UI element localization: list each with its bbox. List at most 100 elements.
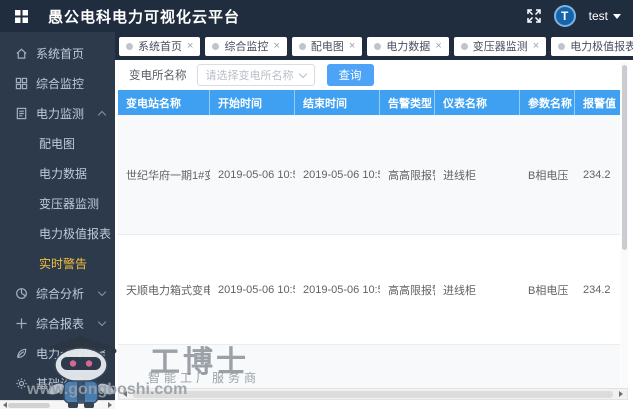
table-cell: A相电压	[520, 345, 575, 388]
sidebar-item-label: 系统首页	[36, 46, 85, 61]
scrollbar-thumb[interactable]	[8, 403, 50, 408]
tab-dot-icon	[298, 42, 306, 50]
monitor-icon	[15, 77, 28, 89]
main-content: 系统首页 × 综合监控 × 配电图 × 电力数据 × 变压器监测 × 电力极值报…	[115, 32, 633, 409]
close-icon[interactable]: ×	[187, 40, 193, 52]
column-header: 参数名称	[520, 90, 575, 115]
sidebar-subitem-extreme-report[interactable]: 电力极值报表	[0, 218, 115, 248]
close-icon[interactable]: ×	[435, 40, 441, 52]
sidebar-item-label: 电力监测	[36, 106, 85, 121]
home-icon	[16, 48, 27, 59]
scroll-left-icon[interactable]	[3, 402, 7, 408]
tab-dot-icon	[374, 42, 382, 50]
sidebar-item-label: 综合分析	[36, 286, 85, 301]
scrollbar-thumb[interactable]	[622, 65, 627, 250]
scrollbar-thumb[interactable]	[133, 391, 613, 398]
query-button[interactable]: 查询	[326, 64, 374, 86]
table-cell: 2019-05-06 10:54:01	[218, 168, 295, 181]
scroll-left-icon[interactable]	[123, 391, 127, 397]
chevron-down-icon	[97, 317, 107, 326]
tab-monitoring[interactable]: 综合监控 ×	[205, 36, 287, 56]
table-cell: 2019-05-06 10:52:58	[218, 283, 295, 296]
select-placeholder: 请选择变电所名称	[205, 70, 294, 82]
sidebar-item-power-monitoring[interactable]: 电力监测	[0, 98, 115, 128]
close-icon[interactable]: ×	[533, 40, 539, 52]
fullscreen-icon[interactable]	[526, 9, 541, 23]
sidebar-horizontal-scrollbar[interactable]	[0, 400, 115, 409]
alarm-table: 变电站名称 开始时间 结束时间 告警类型 仪表名称 参数名称 报警值 世纪华府一…	[118, 90, 620, 388]
table-cell: 高高限报警	[388, 284, 435, 297]
table-horizontal-scrollbar[interactable]	[118, 388, 628, 400]
sidebar-subitem-transformer-monitoring[interactable]: 变压器监测	[0, 188, 115, 218]
substation-filter-label: 变电所名称	[129, 70, 187, 82]
table-cell: 报警回复	[380, 345, 435, 388]
column-header: 告警类型	[380, 90, 435, 115]
app-header: 愚公电科电力可视化云平台 T test	[0, 0, 633, 32]
sidebar-item-reports[interactable]: 综合报表	[0, 308, 115, 338]
settings-icon	[16, 377, 27, 389]
table-cell: 2019-05-06 10:52:58	[303, 283, 380, 296]
report-icon	[16, 317, 27, 329]
chevron-down-icon	[97, 287, 107, 296]
chevron-down-icon	[613, 13, 621, 19]
table-header-row: 变电站名称 开始时间 结束时间 告警类型 仪表名称 参数名称 报警值	[118, 90, 620, 115]
sidebar-item-basic-settings[interactable]: 基础设置	[0, 368, 115, 398]
tab-power-data[interactable]: 电力数据 ×	[367, 36, 449, 56]
sidebar-subitem-power-data[interactable]: 电力数据	[0, 158, 115, 188]
tab-transformer-monitoring[interactable]: 变压器监测 ×	[453, 36, 547, 56]
table-cell: 天顺电力箱式变电站	[118, 345, 210, 388]
table-vertical-scrollbar[interactable]	[621, 62, 628, 388]
tab-dot-icon	[460, 42, 468, 50]
column-header: 开始时间	[210, 90, 295, 115]
sidebar-item-system-home[interactable]: 系统首页	[0, 38, 115, 68]
tab-system-home[interactable]: 系统首页 ×	[119, 36, 201, 56]
close-icon[interactable]: ×	[349, 40, 355, 52]
close-icon[interactable]: ×	[273, 40, 279, 52]
column-header: 结束时间	[295, 90, 380, 115]
sidebar-item-monitoring[interactable]: 综合监控	[0, 68, 115, 98]
leaf-icon	[17, 348, 27, 358]
table-row: 世纪华府一期1#变 2019-05-06 10:54:01 2019-05-06…	[118, 115, 620, 235]
table-cell: 650.2	[575, 345, 620, 388]
tab-bar: 系统首页 × 综合监控 × 配电图 × 电力数据 × 变压器监测 × 电力极值报…	[115, 32, 633, 60]
tab-dot-icon	[558, 42, 566, 50]
scroll-right-icon[interactable]	[108, 402, 112, 408]
table-cell: 2019-05-05 03:40:03	[210, 345, 295, 388]
substation-select[interactable]: 请选择变电所名称	[196, 64, 315, 86]
sidebar-item-environment-service[interactable]: 电力环保服务	[0, 338, 115, 368]
sidebar-item-label: 综合监控	[36, 76, 85, 91]
table-cell: 进线柜	[443, 169, 476, 182]
avatar[interactable]: T	[553, 5, 576, 27]
table-cell: 2019-05-06 10:54:01	[303, 168, 380, 181]
table-cell: 进线柜	[443, 284, 476, 297]
table-cell: 2019-05-05 03:40:03	[295, 345, 380, 388]
column-header: 仪表名称	[435, 90, 520, 115]
table-cell: 天顺电力箱式变电站	[126, 284, 210, 297]
filter-bar: 变电所名称 请选择变电所名称 查询	[115, 60, 633, 90]
chevron-up-icon	[97, 110, 107, 119]
user-dropdown[interactable]: test	[589, 9, 621, 23]
tab-extreme-report[interactable]: 电力极值报表 ×	[551, 36, 633, 56]
tab-dot-icon	[126, 42, 133, 50]
table-cell: B相电压	[528, 169, 569, 182]
table-cell: 234.2	[583, 168, 611, 181]
column-header: 变电站名称	[118, 90, 210, 115]
column-header: 报警值	[583, 97, 616, 110]
sidebar-subitem-realtime-alarm[interactable]: 实时警告	[0, 248, 115, 278]
scroll-right-icon[interactable]	[619, 391, 623, 397]
chevron-down-icon	[298, 69, 307, 79]
page-title: 愚公电科电力可视化云平台	[48, 8, 241, 26]
pie-chart-icon	[16, 287, 27, 299]
sidebar-item-label: 电力环保服务	[36, 346, 105, 361]
menu-collapse-icon[interactable]	[12, 7, 30, 25]
user-name: test	[588, 9, 608, 23]
tab-distribution-diagram[interactable]: 配电图 ×	[291, 36, 363, 56]
table-row: 天顺电力箱式变电站 2019-05-05 03:40:03 2019-05-05…	[118, 345, 620, 388]
tab-dot-icon	[212, 42, 220, 50]
table-cell: 高高限报警	[388, 169, 435, 182]
sidebar-item-label: 综合报表	[36, 316, 85, 331]
sidebar: 系统首页 综合监控 电力监测 配电图 电力数据 变压器监测 电力极值报表 实时警…	[0, 32, 115, 409]
sidebar-item-analysis[interactable]: 综合分析	[0, 278, 115, 308]
table-cell: B相电压	[528, 284, 569, 297]
sidebar-subitem-distribution-diagram[interactable]: 配电图	[0, 128, 115, 158]
